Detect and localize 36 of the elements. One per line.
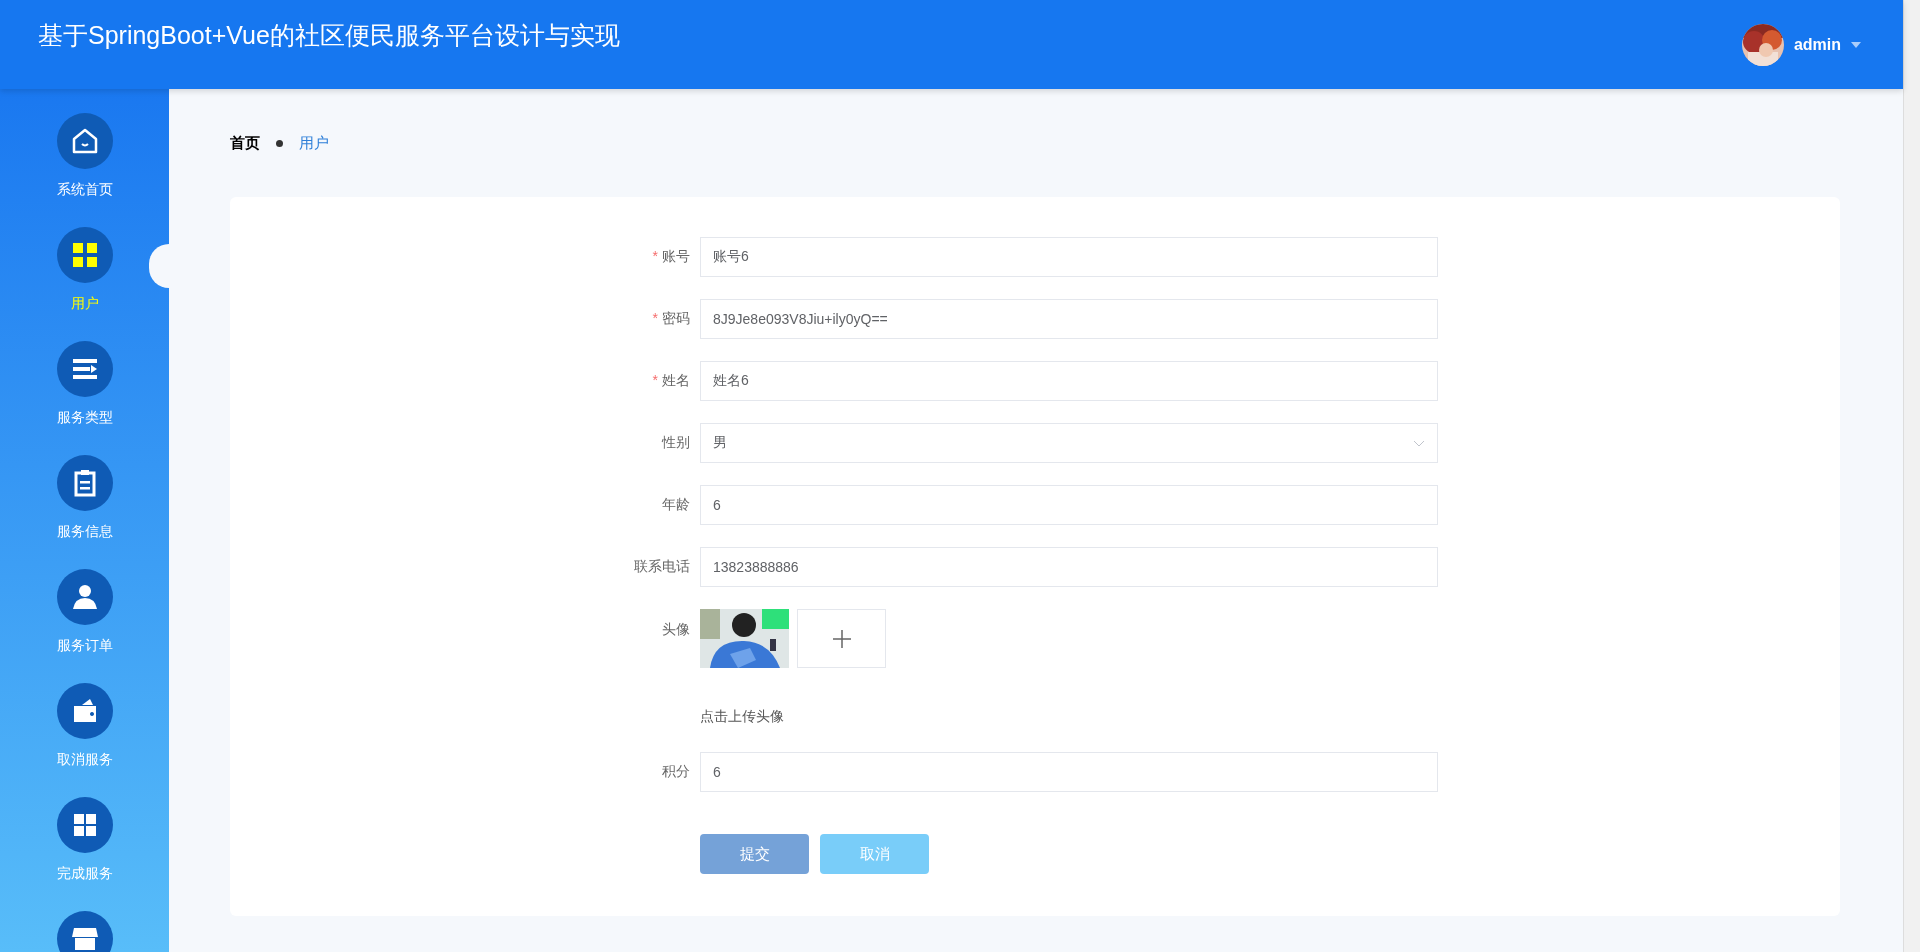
field-label-text: 姓名 (662, 372, 690, 388)
upload-hint: 点击上传头像 (700, 708, 785, 726)
sidebar-item[interactable]: 用户 (56, 227, 113, 341)
sidebar-item[interactable]: 完成服务 (56, 797, 113, 911)
input-field[interactable]: 账号6 (700, 237, 1438, 277)
field-label-text: 账号 (662, 248, 690, 264)
required-mark: * (652, 310, 658, 326)
user-menu[interactable]: admin (1793, 35, 1841, 54)
field-label-text: 联系电话 (634, 558, 690, 574)
caret-icon[interactable] (1851, 41, 1861, 48)
field-label-text: 积分 (662, 763, 690, 779)
input-field[interactable]: 姓名6 (700, 361, 1438, 401)
sidebar-item[interactable]: 服务类型 (56, 341, 113, 455)
input-field[interactable]: 6 (700, 752, 1438, 792)
field-label-text: 头像 (662, 621, 690, 637)
input-field[interactable]: 8J9Je8e093V8Jiu+ily0yQ== (700, 299, 1438, 339)
field-label-text: 性别 (662, 434, 690, 450)
plus-icon (831, 628, 852, 649)
breadcrumb-link[interactable]: 用户 (299, 133, 329, 153)
sidebar-item[interactable]: 系统首页 (56, 113, 113, 227)
sidebar-item[interactable]: 服务订单 (56, 569, 113, 683)
submit-button[interactable]: 提交 (700, 834, 809, 874)
required-mark: * (652, 372, 658, 388)
field-label-text: 密码 (662, 310, 690, 326)
input-field[interactable]: 6 (700, 485, 1438, 525)
sidebar-item[interactable]: 取消服务 (56, 683, 113, 797)
breadcrumb-link[interactable]: 首页 (230, 133, 260, 153)
input-field[interactable]: 13823888886 (700, 547, 1438, 587)
scrollbar[interactable] (1903, 0, 1920, 952)
separator-dot (276, 139, 283, 147)
sidebar-item[interactable]: 服务信息 (56, 455, 113, 569)
chevron-down-icon (1413, 439, 1425, 447)
field-label-text: 年龄 (662, 496, 690, 512)
app-title: 基于SpringBoot+Vue的社区便民服务平台设计与实现 (38, 20, 620, 51)
required-mark: * (652, 248, 658, 264)
select-field[interactable]: 男 (700, 423, 1438, 463)
